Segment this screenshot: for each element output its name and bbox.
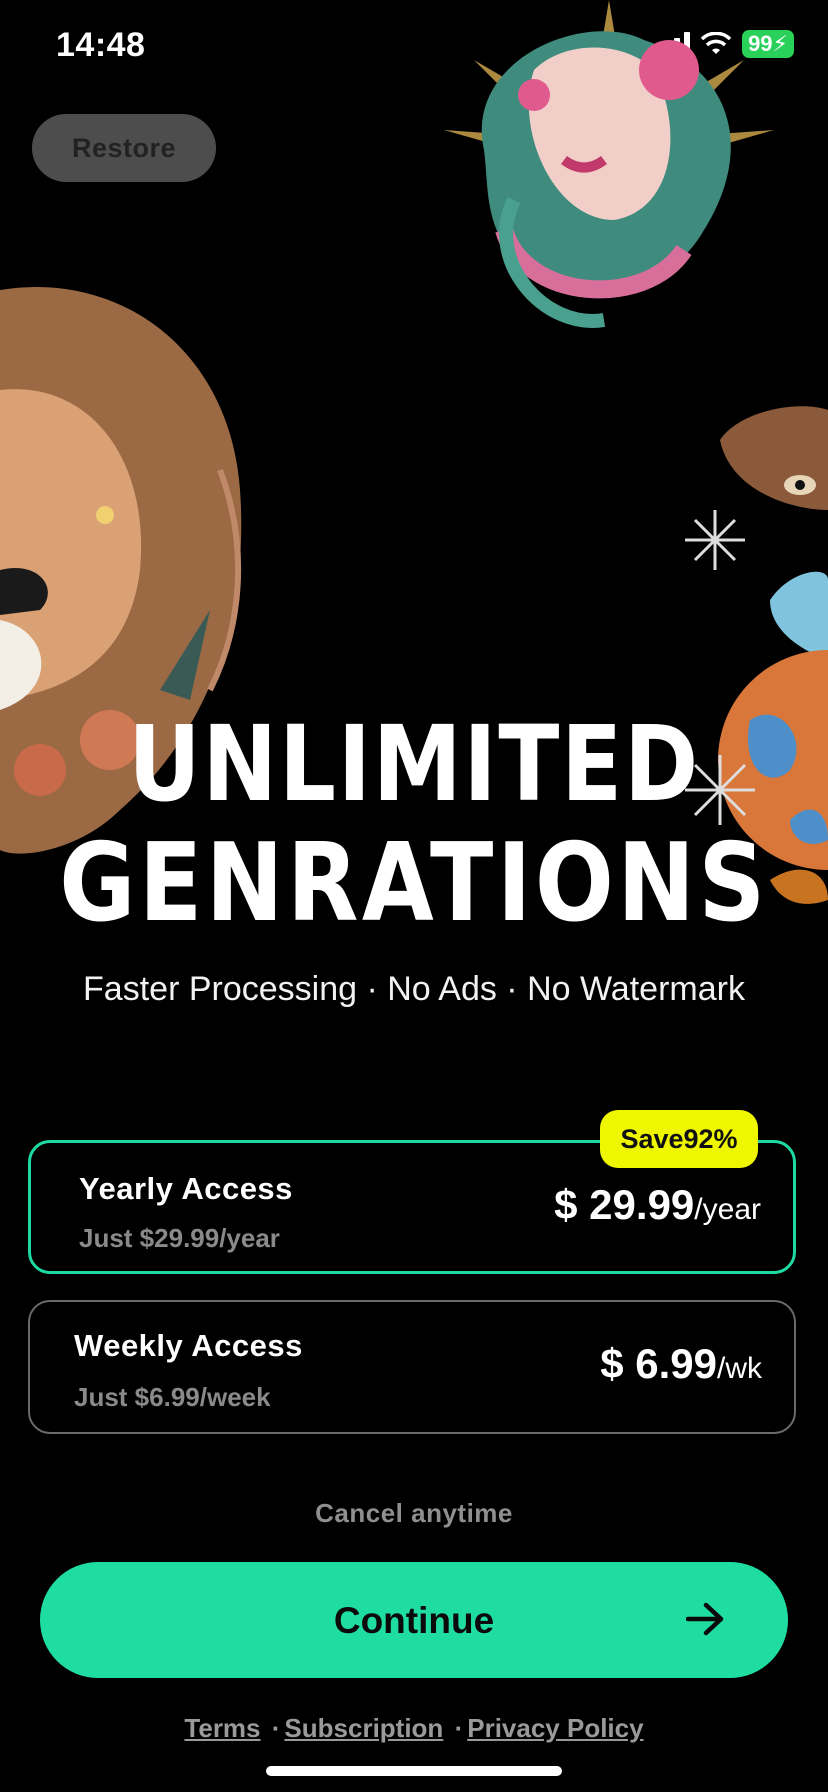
subtitle: Faster Processing · No Ads · No Watermar… — [83, 970, 745, 1008]
battery-icon: 99⚡ — [742, 30, 794, 58]
plan-title: Weekly Access — [74, 1328, 303, 1363]
plan-subtitle: Just $29.99/year — [79, 1223, 280, 1253]
cancel-anytime-text: Cancel anytime — [315, 1498, 513, 1528]
plan-price: $ 6.99/wk — [600, 1340, 762, 1388]
price-amount: $ 29.99 — [554, 1181, 695, 1228]
plan-title: Yearly Access — [79, 1171, 293, 1206]
headline-line-1: UNLIMITED — [128, 703, 700, 825]
price-amount: $ 6.99 — [600, 1340, 717, 1387]
restore-button[interactable]: Restore — [32, 114, 216, 182]
footer-separator: · — [454, 1713, 464, 1743]
status-time: 14:48 — [56, 26, 146, 64]
footer-links: Terms · Subscription · Privacy Policy — [0, 1713, 828, 1744]
continue-label: Continue — [333, 1600, 495, 1641]
save-badge: Save92% — [600, 1110, 758, 1168]
price-unit: /year — [694, 1193, 761, 1226]
plan-card-weekly[interactable]: Weekly Access Just $6.99/week $ 6.99/wk — [28, 1300, 796, 1434]
wifi-icon — [700, 32, 732, 54]
arrow-right-icon — [686, 1602, 724, 1636]
continue-button[interactable]: Continue — [40, 1562, 788, 1678]
plan-subtitle: Just $6.99/week — [74, 1382, 271, 1412]
status-icons: 99⚡ — [654, 30, 794, 58]
footer-separator: · — [271, 1713, 281, 1743]
home-indicator — [266, 1766, 562, 1776]
headline-line-2: GENRATIONS — [59, 821, 769, 946]
privacy-policy-link[interactable]: Privacy Policy — [467, 1713, 643, 1743]
sparkle-icon — [685, 510, 745, 570]
subscription-link[interactable]: Subscription — [284, 1713, 443, 1743]
signal-icon — [654, 32, 691, 56]
price-unit: /wk — [717, 1352, 762, 1385]
plan-price: $ 29.99/year — [554, 1181, 761, 1229]
battery-level: 99 — [748, 31, 773, 56]
terms-link[interactable]: Terms — [184, 1713, 260, 1743]
